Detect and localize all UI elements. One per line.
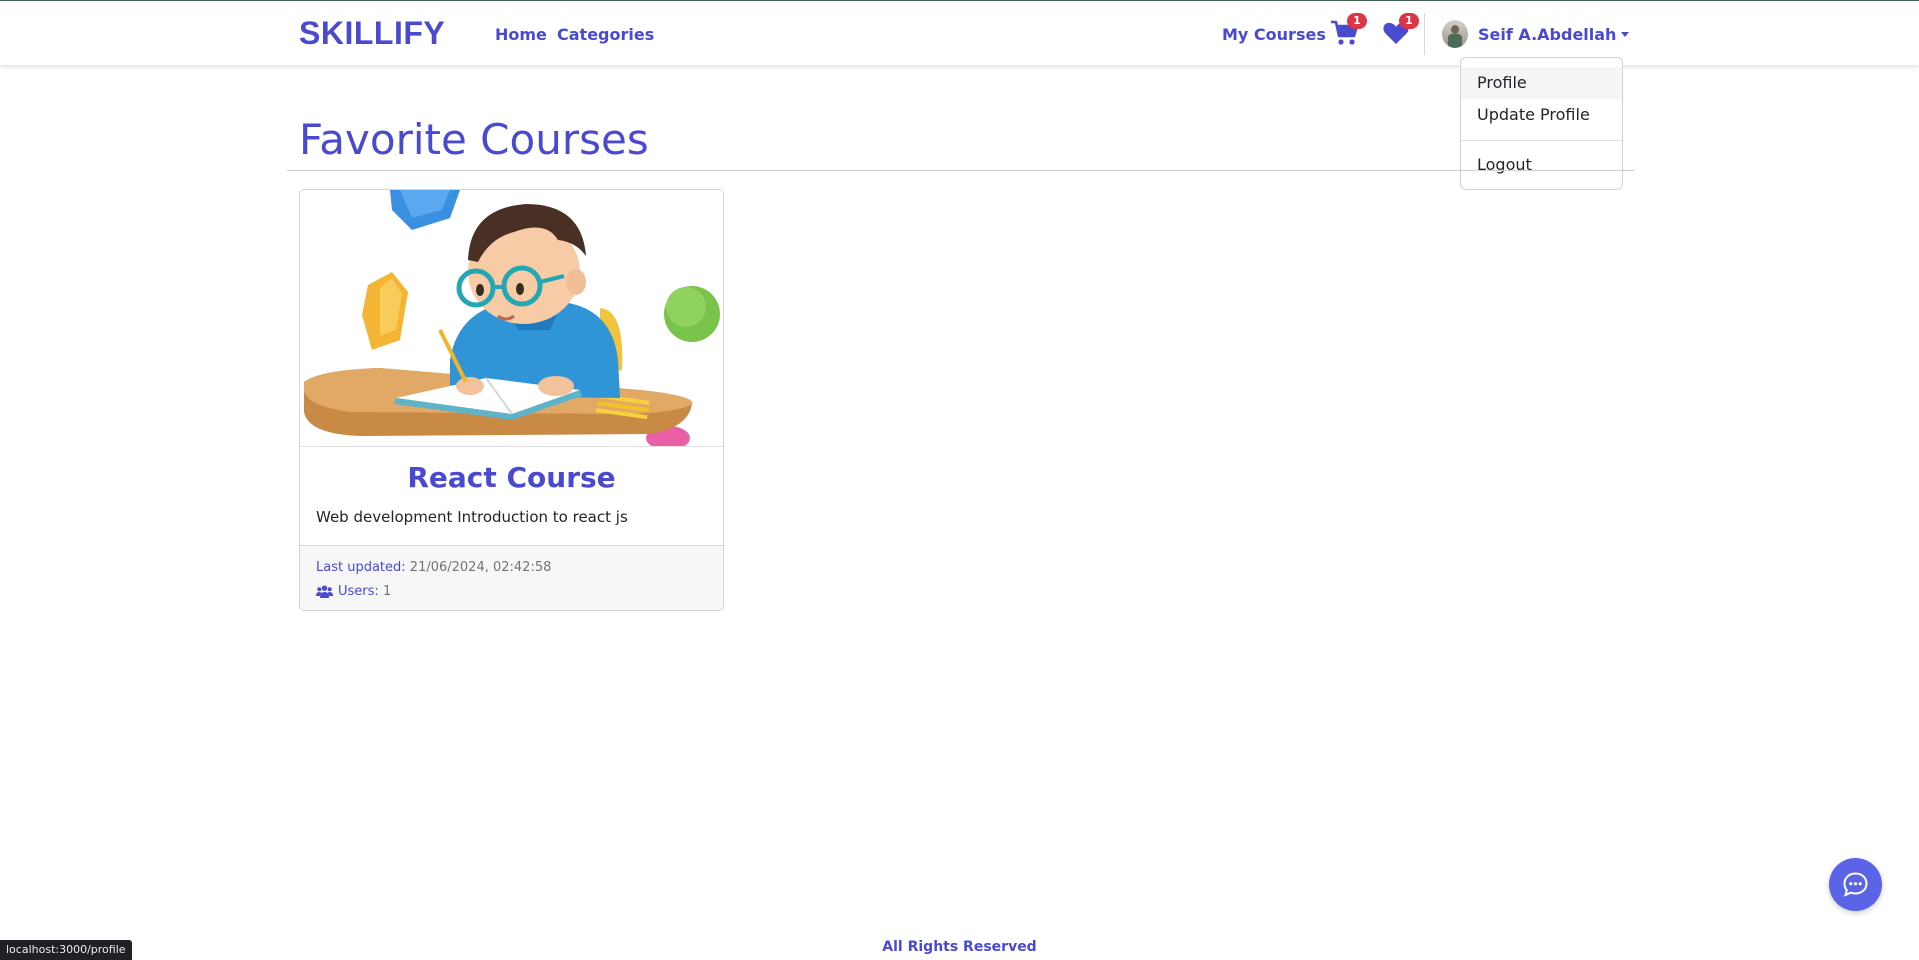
chevron-down-icon	[1621, 31, 1630, 37]
footer-copyright: All Rights Reserved	[882, 939, 1037, 955]
user-name: Seif A.Abdellah	[1478, 24, 1617, 44]
avatar	[1442, 20, 1468, 48]
chat-bubble-icon	[1843, 872, 1868, 897]
users-value: 1	[382, 584, 392, 599]
dropdown-item-update-profile[interactable]: Update Profile	[1461, 99, 1622, 131]
course-description: Web development Introduction to react js	[316, 508, 628, 526]
card-image-divider	[300, 446, 723, 447]
favorites-button[interactable]: 1	[1382, 13, 1419, 49]
dropdown-item-profile[interactable]: Profile	[1461, 67, 1622, 99]
users-count-info: Users: 1	[316, 584, 391, 599]
course-card[interactable]: React Course Web development Introductio…	[299, 189, 724, 611]
user-menu-toggle[interactable]: Seif A.Abdellah	[1442, 19, 1630, 49]
course-card-footer: Last updated: 21/06/2024, 02:42:58 Users…	[300, 545, 723, 610]
nav-home-link[interactable]: Home	[495, 25, 547, 44]
nav-categories-link[interactable]: Categories	[557, 25, 654, 44]
course-title[interactable]: React Course	[300, 461, 723, 494]
title-divider	[287, 170, 1634, 171]
dropdown-item-logout[interactable]: Logout	[1461, 149, 1622, 181]
favorites-count-badge: 1	[1399, 13, 1419, 29]
dropdown-divider	[1461, 140, 1622, 141]
course-image	[300, 190, 723, 446]
users-icon	[316, 585, 333, 598]
cart-button[interactable]: 1	[1330, 13, 1367, 49]
page-title: Favorite Courses	[299, 115, 649, 164]
brand-logo[interactable]: SKILLIFY	[299, 15, 445, 52]
last-updated-label: Last updated:	[316, 560, 406, 575]
navbar-divider	[1424, 13, 1425, 55]
nav-my-courses-link[interactable]: My Courses	[1222, 25, 1326, 44]
top-navbar: SKILLIFY Home Categories My Courses 1 1 …	[0, 0, 1919, 65]
chat-button[interactable]	[1829, 858, 1882, 911]
last-updated-value: 21/06/2024, 02:42:58	[409, 560, 552, 575]
cart-count-badge: 1	[1347, 13, 1367, 29]
last-updated-info: Last updated: 21/06/2024, 02:42:58	[316, 560, 551, 575]
users-label: Users:	[338, 584, 379, 599]
status-bar-url: localhost:3000/profile	[0, 940, 132, 960]
